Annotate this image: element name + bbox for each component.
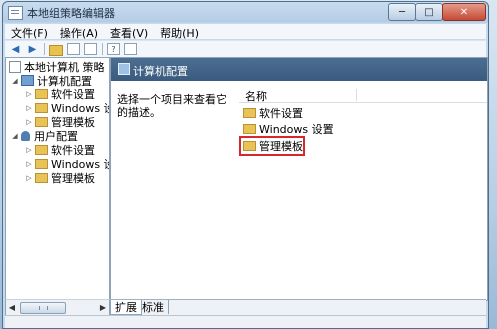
folder-icon [35, 102, 48, 113]
collapse-arrow-icon[interactable]: ◢ [11, 132, 19, 140]
red-highlight-box [239, 136, 305, 156]
tree-item-user-software-settings[interactable]: ▷ 软件设置 [25, 143, 95, 157]
tree-item-windows-settings[interactable]: ▷ Windows 设 [25, 101, 109, 115]
details-header: 计算机配置 [111, 58, 487, 81]
tree-item-user-admin-templates[interactable]: ▷ 管理模板 [25, 171, 95, 185]
list-item-label: Windows 设置 [259, 123, 334, 136]
list-item-software-settings[interactable]: 软件设置 [243, 106, 303, 120]
folder-icon [35, 172, 48, 183]
toolbar-separator [44, 43, 45, 55]
name-column-header[interactable]: 名称 [239, 87, 487, 103]
properties-icon[interactable] [124, 43, 137, 55]
close-button[interactable]: ✕ [442, 3, 486, 21]
items-list: 名称 软件设置 Windows 设置 管理模板 [239, 81, 487, 300]
expand-arrow-icon[interactable]: ▷ [25, 160, 33, 168]
folder-icon [35, 144, 48, 155]
policy-icon [9, 60, 21, 73]
scrollbar-thumb[interactable] [20, 302, 66, 314]
back-arrow-icon[interactable]: ◀ [9, 43, 22, 55]
menu-help[interactable]: 帮助(H) [154, 24, 205, 40]
navigation-tree: 本地计算机 策略 ◢ 计算机配置 ▷ 软件设置 ▷ Windows 设 ▷ 管理… [5, 57, 110, 316]
help-icon[interactable]: ? [107, 43, 120, 55]
minimize-button[interactable]: ─ [388, 3, 416, 21]
column-label: 名称 [245, 90, 267, 103]
expand-arrow-icon[interactable]: ▷ [25, 90, 33, 98]
menu-file[interactable]: 文件(F) [5, 24, 54, 40]
title-bar[interactable]: 本地组策略编辑器 ─ □ ✕ [3, 2, 488, 23]
folder-icon [35, 88, 48, 99]
group-policy-editor-window: 本地组策略编辑器 ─ □ ✕ 文件(F) 操作(A) 查看(V) 帮助(H) ◀… [2, 1, 489, 329]
list-item-windows-settings[interactable]: Windows 设置 [243, 122, 334, 136]
menu-bar: 文件(F) 操作(A) 查看(V) 帮助(H) [5, 24, 486, 40]
tab-standard[interactable]: 标准 [138, 300, 169, 314]
expand-arrow-icon[interactable]: ▷ [25, 146, 33, 154]
tree-item-root[interactable]: 本地计算机 策略 [9, 60, 105, 74]
scroll-left-arrow-icon[interactable]: ◀ [6, 300, 18, 315]
item-description: 选择一个项目来查看它的描述。 [117, 93, 227, 119]
column-separator[interactable] [356, 89, 357, 101]
toolbar-separator [102, 43, 103, 55]
expand-arrow-icon[interactable]: ▷ [25, 118, 33, 126]
scroll-right-arrow-icon[interactable]: ▶ [97, 300, 109, 315]
list-item-label: 软件设置 [259, 107, 303, 120]
forward-arrow-icon[interactable]: ▶ [26, 43, 39, 55]
maximize-button[interactable]: □ [415, 3, 443, 21]
menu-view[interactable]: 查看(V) [104, 24, 154, 40]
details-pane: 计算机配置 选择一个项目来查看它的描述。 名称 软件设置 Windows 设置 … [110, 57, 488, 301]
tree-item-user-config[interactable]: ◢ 用户配置 [11, 129, 78, 143]
folder-icon [243, 124, 256, 134]
export-icon[interactable] [84, 43, 97, 55]
window-title: 本地组策略编辑器 [27, 7, 115, 20]
folder-icon [35, 158, 48, 169]
show-tree-icon[interactable] [67, 43, 80, 55]
user-icon [21, 130, 30, 141]
folder-icon [243, 108, 256, 118]
menu-action[interactable]: 操作(A) [54, 24, 104, 40]
gpedit-app-icon [8, 6, 23, 20]
tree-item-software-settings[interactable]: ▷ 软件设置 [25, 87, 95, 101]
up-folder-icon[interactable] [49, 44, 63, 56]
details-header-title: 计算机配置 [133, 65, 188, 78]
status-bar [5, 315, 486, 328]
computer-config-icon [118, 63, 130, 75]
folder-icon [35, 116, 48, 127]
expand-arrow-icon[interactable]: ▷ [25, 104, 33, 112]
tree-horizontal-scrollbar[interactable]: ◀ ▶ [5, 299, 110, 316]
view-tabs: 扩展 标准 [110, 299, 486, 315]
collapse-arrow-icon[interactable]: ◢ [11, 77, 19, 85]
expand-arrow-icon[interactable]: ▷ [25, 174, 33, 182]
tree-item-label: 管理模板 [51, 171, 95, 185]
toolbar: ◀ ▶ ? [5, 40, 486, 57]
computer-icon [21, 75, 34, 86]
tree-item-admin-templates[interactable]: ▷ 管理模板 [25, 115, 95, 129]
tree-item-user-windows-settings[interactable]: ▷ Windows 设 [25, 157, 109, 171]
